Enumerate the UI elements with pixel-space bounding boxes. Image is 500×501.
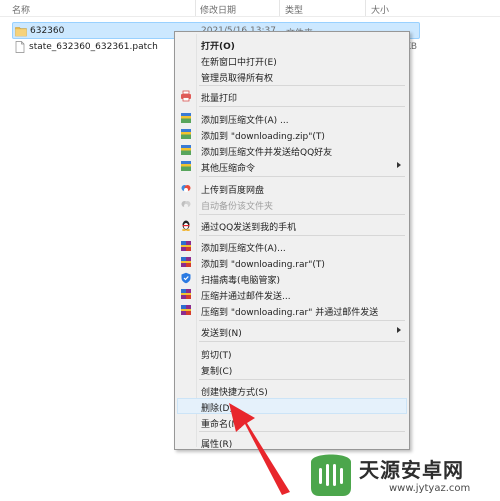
red-pointer-arrow-icon	[229, 403, 290, 495]
watermark: 天源安卓网 www.jytyaz.com	[303, 448, 500, 498]
watermark-url: www.jytyaz.com	[389, 483, 471, 494]
file-explorer: 名称 修改日期 类型 大小 632360 2021/5/16 13:37 文件夹…	[0, 0, 500, 498]
watermark-title: 天源安卓网	[359, 458, 464, 482]
android-logo-icon	[311, 454, 351, 496]
